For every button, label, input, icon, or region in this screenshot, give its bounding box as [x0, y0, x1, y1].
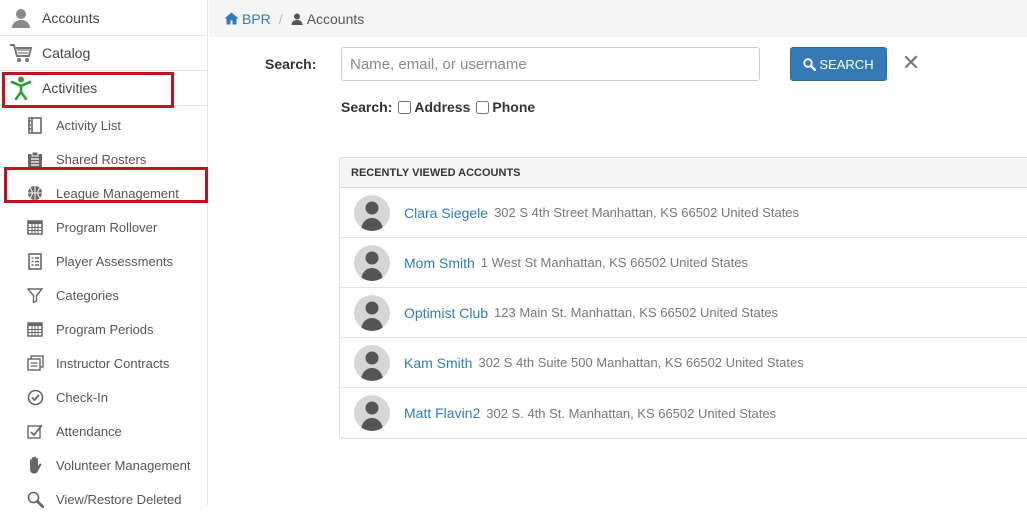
sidebar-item-catalog[interactable]: Catalog	[0, 36, 207, 71]
filter-icon	[26, 286, 44, 304]
assessment-icon	[26, 252, 44, 270]
account-address: 302 S. 4th St. Manhattan, KS 66502 Unite…	[486, 405, 777, 421]
clipboard-icon	[26, 150, 44, 168]
phone-checkbox-label: Phone	[492, 99, 536, 115]
account-row[interactable]: Kam Smith 302 S 4th Suite 500 Manhattan,…	[340, 338, 1027, 388]
account-name-link[interactable]: Matt Flavin2	[404, 405, 480, 421]
account-address: 302 S 4th Street Manhattan, KS 66502 Uni…	[494, 205, 800, 220]
sidebar-subitem-label: Categories	[56, 287, 119, 303]
cart-icon	[8, 42, 34, 64]
avatar	[354, 194, 390, 231]
sidebar-subitem-label: Program Rollover	[56, 219, 158, 235]
sidebar-subitem-player-assessments[interactable]: Player Assessments	[0, 244, 207, 278]
search-filters: Search: Address Phone	[341, 99, 535, 115]
recently-viewed-panel: RECENTLY VIEWED ACCOUNTS Clara Siegele 3…	[339, 157, 1027, 439]
sidebar-subitem-program-periods[interactable]: Program Periods	[0, 312, 207, 346]
account-address: 1 West St Manhattan, KS 66502 United Sta…	[480, 255, 748, 270]
sidebar-subitem-label: Activity List	[56, 117, 122, 133]
recently-viewed-title: RECENTLY VIEWED ACCOUNTS	[340, 158, 1027, 188]
address-checkbox[interactable]	[398, 100, 412, 114]
sidebar: Accounts Catalog Activities Activity Lis…	[0, 0, 208, 508]
calendar-icon	[26, 218, 44, 236]
sidebar-subitem-label: Program Periods	[56, 321, 154, 337]
search-label: Search:	[265, 56, 317, 72]
basketball-icon	[26, 184, 44, 202]
sidebar-item-label: Accounts	[42, 9, 100, 26]
sidebar-subitem-attendance[interactable]: Attendance	[0, 414, 207, 448]
search-row: Search: SEARCH ✕	[209, 47, 1027, 81]
sidebar-subitem-activity-list[interactable]: Activity List	[0, 108, 207, 142]
phone-checkbox[interactable]	[476, 100, 490, 114]
sidebar-subitem-label: Volunteer Management	[56, 457, 191, 473]
sidebar-item-accounts[interactable]: Accounts	[0, 0, 207, 36]
sidebar-subitem-league-management[interactable]: League Management	[0, 176, 207, 210]
account-name-link[interactable]: Clara Siegele	[404, 205, 488, 221]
check-circle-icon	[26, 388, 44, 406]
sidebar-subitem-label: Shared Rosters	[56, 151, 147, 167]
contracts-icon	[26, 354, 44, 372]
calendar-icon	[26, 320, 44, 338]
sidebar-subitem-label: Player Assessments	[56, 253, 174, 269]
search-button-label: SEARCH	[819, 56, 874, 72]
breadcrumb-home-link[interactable]: BPR	[224, 11, 271, 27]
address-checkbox-label: Address	[414, 99, 471, 115]
search-button[interactable]: SEARCH	[790, 47, 887, 81]
breadcrumb: BPR / Accounts	[209, 0, 1027, 37]
breadcrumb-current: Accounts	[291, 10, 365, 27]
account-name-link[interactable]: Optimist Club	[404, 305, 488, 321]
avatar	[354, 294, 390, 331]
filter-label: Search:	[341, 99, 393, 115]
main-content: BPR / Accounts Search: SEARCH ✕ Search: …	[209, 0, 1027, 505]
sidebar-subitem-label: League Management	[56, 185, 179, 201]
avatar	[354, 244, 390, 281]
sidebar-subitem-check-in[interactable]: Check-In	[0, 380, 207, 414]
search-input[interactable]	[341, 47, 760, 81]
sidebar-item-label: Activities	[42, 80, 98, 96]
account-row[interactable]: Matt Flavin2 302 S. 4th St. Manhattan, K…	[340, 388, 1027, 438]
sidebar-subitem-view-restore-deleted[interactable]: View/Restore Deleted	[0, 482, 207, 516]
account-row[interactable]: Optimist Club 123 Main St. Manhattan, KS…	[340, 288, 1027, 338]
sidebar-subitem-instructor-contracts[interactable]: Instructor Contracts	[0, 346, 207, 380]
hand-icon	[26, 456, 44, 474]
account-row[interactable]: Clara Siegele 302 S 4th Street Manhattan…	[340, 188, 1027, 238]
account-address: 302 S 4th Suite 500 Manhattan, KS 66502 …	[478, 355, 804, 370]
sidebar-subitem-label: Attendance	[56, 423, 122, 439]
breadcrumb-current-label: Accounts	[306, 10, 365, 27]
breadcrumb-home-label: BPR	[242, 10, 271, 27]
notebook-icon	[26, 116, 44, 134]
sidebar-subitem-volunteer-management[interactable]: Volunteer Management	[0, 448, 207, 482]
sidebar-subitem-label: View/Restore Deleted	[56, 491, 182, 507]
sidebar-subitem-shared-rosters[interactable]: Shared Rosters	[0, 142, 207, 176]
home-icon	[224, 12, 239, 25]
user-icon	[291, 13, 303, 25]
breadcrumb-separator: /	[278, 10, 283, 27]
account-name-link[interactable]: Mom Smith	[404, 255, 475, 271]
attendance-icon	[26, 422, 44, 440]
user-icon	[8, 7, 34, 29]
sidebar-item-label: Catalog	[42, 45, 91, 61]
avatar	[354, 395, 390, 431]
account-address: 123 Main St. Manhattan, KS 66502 United …	[494, 305, 779, 320]
search-icon	[803, 57, 817, 71]
sidebar-item-activities[interactable]: Activities	[0, 71, 207, 106]
account-name-link[interactable]: Kam Smith	[404, 355, 472, 371]
account-row[interactable]: Mom Smith 1 West St Manhattan, KS 66502 …	[340, 238, 1027, 288]
avatar	[354, 344, 390, 381]
sidebar-subitem-categories[interactable]: Categories	[0, 278, 207, 312]
magnifier-icon	[26, 490, 44, 508]
clear-search-icon[interactable]: ✕	[901, 52, 921, 74]
sidebar-subitem-program-rollover[interactable]: Program Rollover	[0, 210, 207, 244]
sidebar-subitem-label: Instructor Contracts	[56, 355, 170, 371]
person-activity-icon	[8, 76, 34, 100]
sidebar-subitem-label: Check-In	[56, 389, 109, 405]
